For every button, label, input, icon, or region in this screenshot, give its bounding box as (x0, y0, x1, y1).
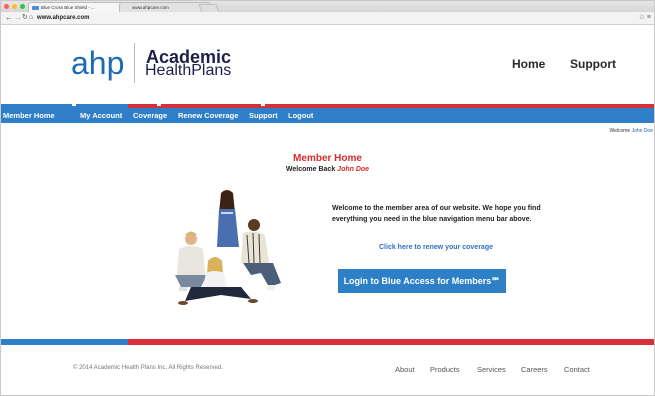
welcome-back-text: Welcome Back John Doe (1, 166, 654, 173)
maximize-window-button[interactable] (20, 4, 25, 9)
back-arrow-icon[interactable]: ← (5, 12, 13, 24)
intro-text: Welcome to the member area of our websit… (332, 205, 541, 223)
home-icon[interactable]: ⌂ (29, 12, 33, 24)
copyright-text: © 2014 Academic Health Plans Inc. All Ri… (73, 365, 223, 371)
address-bar: ← → ↻ ⌂ www.ahpcare.com ☆ ≡ (1, 12, 654, 25)
logo-text-line2: HealthPlans (145, 62, 232, 79)
nav-renew-coverage[interactable]: Renew Coverage (178, 108, 238, 123)
minimize-window-button[interactable] (12, 4, 17, 9)
tab-bar: Blue Cross Blue Shield - ... × www.ahpca… (1, 1, 654, 13)
welcome-user-corner: Welcome John Doe (609, 128, 653, 134)
nav-tick (261, 104, 265, 106)
nav-support[interactable]: Support (249, 108, 278, 123)
logo-divider (134, 43, 135, 83)
main-nav-bar: Member Home My Account Coverage Renew Co… (1, 108, 654, 123)
nav-member-home[interactable]: Member Home (3, 108, 55, 123)
nav-tick (157, 104, 161, 106)
close-window-button[interactable] (4, 4, 9, 9)
blue-access-login-button[interactable]: Login to Blue Access for Members℠ (338, 269, 506, 293)
bookmark-star-icon[interactable]: ☆ ≡ (639, 12, 651, 24)
nav-tick (72, 104, 76, 106)
tab-label: www.ahpcare.com (132, 5, 169, 10)
browser-window: Blue Cross Blue Shield - ... × www.ahpca… (0, 0, 655, 396)
reload-icon[interactable]: ↻ (22, 12, 28, 24)
members-group-photo (175, 190, 281, 305)
nav-my-account[interactable]: My Account (80, 108, 122, 123)
url-input[interactable]: www.ahpcare.com (37, 13, 89, 23)
forward-arrow-icon[interactable]: → (14, 12, 22, 24)
footer-link-careers[interactable]: Careers (521, 365, 548, 374)
welcome-prefix: Welcome (609, 128, 631, 134)
header-nav-support[interactable]: Support (570, 57, 616, 71)
footer-link-products[interactable]: Products (430, 365, 460, 374)
footer-link-contact[interactable]: Contact (564, 365, 590, 374)
renew-coverage-link[interactable]: Click here to renew your coverage (379, 244, 493, 251)
footer-link-about[interactable]: About (395, 365, 415, 374)
nav-logout[interactable]: Logout (288, 108, 313, 123)
footer-link-services[interactable]: Services (477, 365, 506, 374)
welcome-user-name[interactable]: John Doe (632, 128, 653, 134)
welcome-back-name: John Doe (337, 166, 370, 173)
page-title: Member Home (293, 153, 362, 164)
welcome-back-prefix: Welcome Back (285, 166, 336, 173)
header-nav-home[interactable]: Home (512, 57, 545, 71)
nav-coverage[interactable]: Coverage (133, 108, 167, 123)
tab-label: Blue Cross Blue Shield - ... (41, 5, 95, 10)
favicon-icon (32, 6, 39, 10)
logo-mark[interactable]: ahp (71, 45, 124, 82)
